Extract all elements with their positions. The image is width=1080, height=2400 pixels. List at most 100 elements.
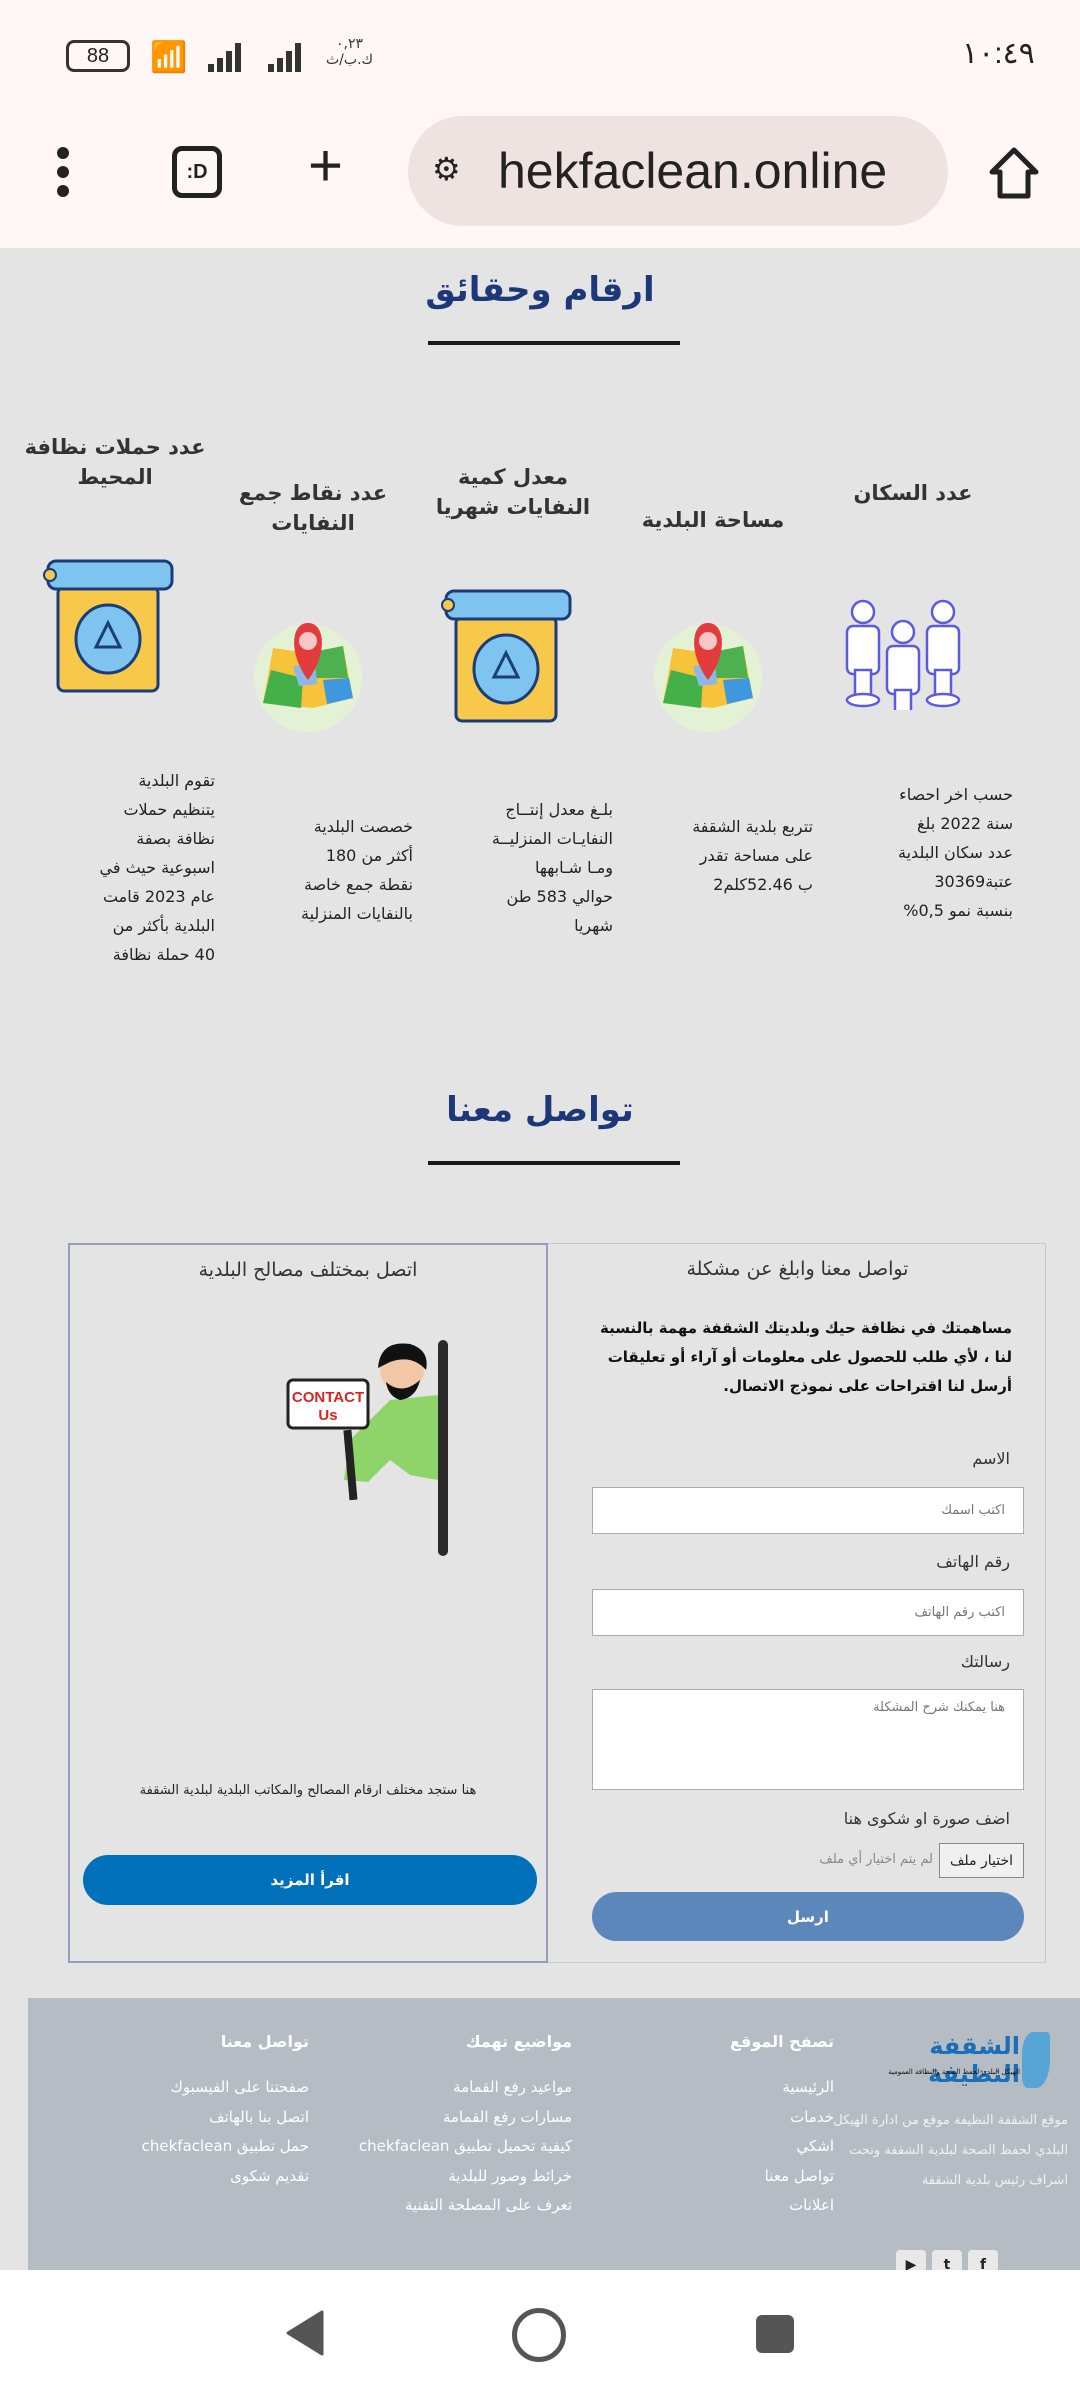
browser-chrome: ١٠:٤٩ 88 📶 ٠,٢٣ ك.ب/ث :D + ⚙ hekfaclean.o… xyxy=(0,0,1080,248)
stat-title: مساحة البلدية xyxy=(641,508,785,532)
message-label: رسالتك xyxy=(960,1652,1010,1671)
stat-line: بنسبة نمو 0,5% xyxy=(903,901,1013,920)
submit-button[interactable]: ارسل xyxy=(592,1892,1024,1941)
recents-icon[interactable] xyxy=(756,2315,794,2353)
form-title: تواصل معنا وابلغ عن مشكلة xyxy=(686,1258,909,1280)
read-more-button[interactable]: اقرأ المزيد xyxy=(83,1855,537,1905)
stat-title: عدد نقاط جمع النفايات xyxy=(238,481,388,536)
form-intro: مساهمتك في نظافة حيك وبلديتك الشقفة مهمة… xyxy=(599,1319,1012,1395)
menu-icon[interactable] xyxy=(56,146,70,198)
about-line: موقع الشقفة النظيفة موقع من ادارة الهيكل xyxy=(833,2113,1068,2128)
stat-line: تقوم البلدية xyxy=(138,771,215,790)
contact-title: تواصل معنا xyxy=(446,1090,634,1130)
stat-line: على مساحة تقدر xyxy=(699,846,813,865)
stat-line: ب 52.46كلم2 xyxy=(713,875,813,894)
stat-line: بلـغ معدل إنتــاج xyxy=(505,800,613,819)
footer-link[interactable]: تقديم شكوى xyxy=(142,2162,309,2192)
footer-link[interactable]: حمل تطبيق chekfaclean xyxy=(142,2132,309,2162)
stat-description: خصصت البلدية أكثر من 180 نقطة جمع خاصة بالن… xyxy=(213,812,413,928)
stat-line: يتنظيم حملات xyxy=(123,800,215,819)
footer-link[interactable]: الرئيسية xyxy=(730,2073,834,2103)
home-nav-icon[interactable] xyxy=(512,2308,566,2362)
stat-line: حسب اخر احصاء xyxy=(899,785,1013,804)
stat-description: تقوم البلدية يتنظيم حملات نظافة بصفة اسبوعي… xyxy=(15,766,215,969)
name-input[interactable] xyxy=(592,1487,1024,1534)
file-status: لم يتم اختيار أي ملف xyxy=(819,1852,933,1867)
stat-description: بلـغ معدل إنتــاج النفايـات المنزليــة ومـ… xyxy=(413,795,613,940)
stat-line: تتربع بلدية الشقفة xyxy=(692,817,813,836)
svg-text:Us: Us xyxy=(318,1407,337,1424)
data-speed: ٠,٢٣ ك.ب/ث xyxy=(326,36,374,68)
site-logo: الشقفة النظيفة الهيكل البلدي لحفظ الصحة … xyxy=(878,2032,1050,2092)
address-bar[interactable]: ⚙ hekfaclean.online xyxy=(408,116,948,226)
footer-link[interactable]: اشكي xyxy=(730,2132,834,2162)
about-line: البلدي لحفظ الصحة لبلدية الشقفة وتحت xyxy=(849,2143,1068,2158)
stat-line: اسبوعية حيث في xyxy=(99,858,215,877)
map-pin-icon xyxy=(653,608,763,742)
new-tab-icon[interactable]: + xyxy=(308,136,343,196)
stat-line: شهريا xyxy=(574,916,613,935)
footer-link[interactable]: كيفية تحميل تطبيق chekfaclean xyxy=(359,2132,572,2162)
stat-line: عتبة30369 xyxy=(934,872,1013,891)
stat-line: 40 حملة نظافة xyxy=(112,945,215,964)
name-label: الاسم xyxy=(972,1449,1010,1468)
footer-column-title: مواضيع تهمك xyxy=(465,2032,572,2051)
phone-label: رقم الهاتف xyxy=(936,1552,1010,1571)
footer-link[interactable]: اتصل بنا بالهاتف xyxy=(142,2103,309,2133)
footer-link[interactable]: صفحتنا على الفيسبوك xyxy=(142,2073,309,2103)
recycle-bin-icon xyxy=(438,585,578,729)
footer-link[interactable]: مسارات رفع القمامة xyxy=(359,2103,572,2133)
map-pin-icon xyxy=(253,608,363,742)
footer-column-title: تواصل معنا xyxy=(220,2032,309,2051)
stat-line: عام 2023 قامت xyxy=(102,887,215,906)
offices-title: اتصل بمختلف مصالح البلدية xyxy=(198,1259,418,1281)
stat-line: سنة 2022 بلغ xyxy=(917,814,1013,833)
contact-us-illustration: CONTACT Us xyxy=(280,1340,490,1660)
stat-line: بالنفايات المنزلية xyxy=(301,904,413,923)
footer-link[interactable]: تعرف على المصلحة التقنية xyxy=(359,2191,572,2221)
clock: ١٠:٤٩ xyxy=(962,37,1035,70)
signal-icon xyxy=(206,40,318,72)
stat-description: تتربع بلدية الشقفة على مساحة تقدر ب 52.46ك… xyxy=(613,812,813,899)
offices-panel: اتصل بمختلف مصالح البلدية CONTACT Us هنا… xyxy=(68,1243,548,1963)
stat-description: حسب اخر احصاء سنة 2022 بلغ عدد سكان البلدي… xyxy=(813,780,1013,925)
stat-line: نظافة بصفة xyxy=(136,829,215,848)
footer-link[interactable]: خدمات xyxy=(730,2103,834,2133)
footer-link[interactable]: مواعيد رفع القمامة xyxy=(359,2073,572,2103)
stat-line: نقطة جمع خاصة xyxy=(303,875,413,894)
offices-text: هنا ستجد مختلف ارقام المصالح والمكاتب ال… xyxy=(139,1783,477,1798)
footer-column: مواضيع تهمك مواعيد رفع القمامة مسارات رفع … xyxy=(359,2032,572,2221)
wifi-icon: 📶 xyxy=(150,40,188,75)
footer-column: تصفح الموقع الرئيسية خدمات اشكي تواصل معنا اع… xyxy=(730,2032,834,2221)
footer-about: موقع الشقفة النظيفة موقع من ادارة الهيكل… xyxy=(833,2106,1068,2196)
tabs-icon[interactable]: :D xyxy=(172,146,222,198)
stat-title: عدد حملات نظافة المحيط xyxy=(24,435,206,490)
stat-line: ومـا شـابهها xyxy=(535,858,613,877)
title-underline xyxy=(428,341,680,345)
stat-line: أكثر من 180 xyxy=(325,846,413,865)
facts-title: ارقام وحقائق xyxy=(425,270,655,310)
footer-column: تواصل معنا صفحتنا على الفيسبوك اتصل بنا با… xyxy=(142,2032,309,2191)
stat-title: معدل كمية النفايات شهريا xyxy=(435,465,591,520)
phone-input[interactable] xyxy=(592,1589,1024,1636)
stat-line: عدد سكان البلدية xyxy=(898,843,1013,862)
footer: الشقفة النظيفة الهيكل البلدي لحفظ الصحة … xyxy=(28,1998,1080,2280)
footer-link[interactable]: تواصل معنا xyxy=(730,2162,834,2192)
stat-line: البلدية بأكثر من xyxy=(112,916,215,935)
stat-line: النفايـات المنزليــة xyxy=(491,829,613,848)
footer-link[interactable]: اعلانات xyxy=(730,2191,834,2221)
home-icon[interactable] xyxy=(988,146,1040,200)
url-text: hekfaclean.online xyxy=(498,143,888,199)
back-icon[interactable] xyxy=(286,2310,326,2360)
people-icon xyxy=(843,590,963,728)
footer-link[interactable]: خرائط وصور للبلدية xyxy=(359,2162,572,2192)
title-underline xyxy=(428,1161,680,1165)
stat-line: حوالي 583 طن xyxy=(506,887,613,906)
file-label: اضف صورة او شكوى هنا xyxy=(843,1809,1010,1828)
recycle-bin-icon xyxy=(40,555,180,699)
message-textarea[interactable] xyxy=(592,1689,1024,1790)
site-settings-icon[interactable]: ⚙ xyxy=(432,150,461,188)
footer-column-title: تصفح الموقع xyxy=(729,2032,834,2051)
choose-file-button[interactable]: اختيار ملف xyxy=(939,1843,1024,1878)
android-nav-bar xyxy=(0,2270,1080,2400)
